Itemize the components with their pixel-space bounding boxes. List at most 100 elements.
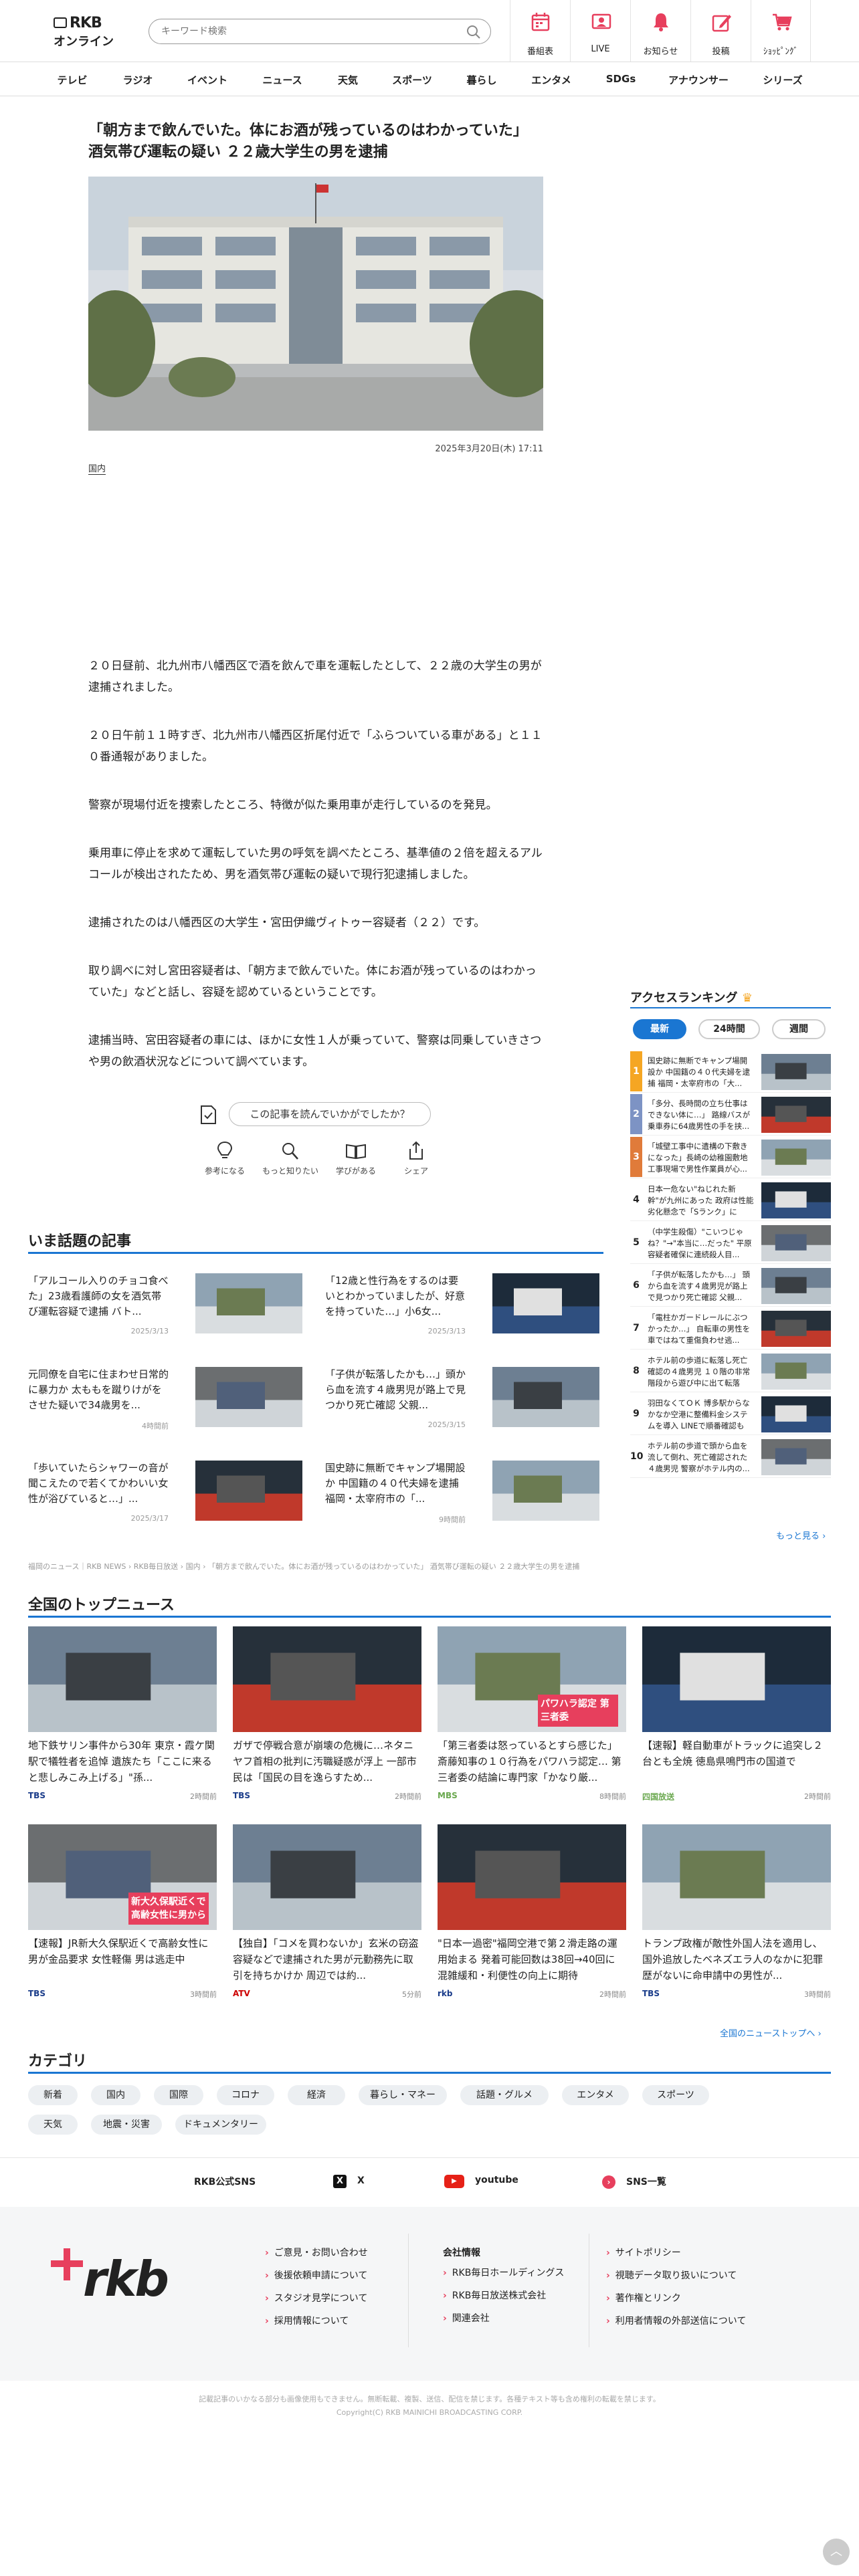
document-icon: [201, 1105, 216, 1124]
news-card[interactable]: ガザで停戦合意が崩壊の危機に…ネタニヤフ首相の批判に汚職疑惑が浮上 一部市民は「…: [233, 1626, 421, 1802]
footer-link[interactable]: › ご意見・お問い合わせ: [265, 2246, 368, 2259]
nav-item-event[interactable]: イベント: [167, 73, 248, 87]
sns-list-link[interactable]: › SNS一覧: [602, 2175, 666, 2189]
footer-link[interactable]: › 採用情報について: [265, 2314, 368, 2327]
trending-article[interactable]: 元同僚を自宅に住まわせ日常的に暴力か 太ももを蹴りけがをさせた疑いで34歳男を.…: [28, 1367, 309, 1440]
ranking-item[interactable]: 2 「多分、長時間の立ち仕事はできない体に…」 路線バスが乗車券に64歳男性の手を…: [630, 1094, 831, 1136]
category-chip[interactable]: 天気: [28, 2115, 78, 2135]
reaction-more-button[interactable]: もっと知りたい: [260, 1141, 321, 1176]
rkb-footer-logo[interactable]: rkb: [47, 2240, 174, 2307]
ranking-item[interactable]: 5 （中学生殺傷）"こいつじゃね？"→"本当に…だった" 平原容疑者確保に連続殺人…: [630, 1222, 831, 1264]
footer-link[interactable]: › 著作権とリンク: [606, 2291, 746, 2304]
ranking-more-link[interactable]: もっと見る ›: [776, 1529, 826, 1541]
footer-link-label: サイトポリシー: [615, 2248, 681, 2258]
category-title: カテゴリ: [28, 2053, 88, 2070]
search-box[interactable]: [149, 19, 491, 44]
category-chip[interactable]: ドキュメンタリー: [175, 2115, 266, 2135]
footer-link[interactable]: › スタジオ見学について: [265, 2291, 368, 2304]
nav-item-entame[interactable]: エンタメ: [511, 73, 591, 87]
category-chip[interactable]: エンタメ: [562, 2085, 629, 2105]
shopping-button[interactable]: ｼｮｯﾋﾟﾝｸﾞ: [751, 0, 811, 62]
breadcrumb[interactable]: 福岡のニュース｜RKB NEWS › RKB毎日放送 › 国内 › 「朝方まで飲…: [28, 1561, 831, 1572]
rkb-online-logo[interactable]: RKB オンライン: [54, 15, 114, 49]
category-chip[interactable]: 国内: [91, 2085, 140, 2105]
article-category-tag[interactable]: 国内: [88, 461, 106, 475]
nav-item-sdgs[interactable]: SDGs: [581, 73, 661, 85]
magnifier-icon: [282, 1143, 298, 1160]
ranking-item[interactable]: 7 「電柱かガードレールにぶつかったか…」 自転車の男性を車ではねて重傷負わせ逃.…: [630, 1308, 831, 1350]
search-input[interactable]: [161, 24, 456, 39]
ranking-item[interactable]: 3 「城壁工事中に遺構の下敷きになった」長崎の幼稚園敷地工事現場で男性作業員が心.…: [630, 1137, 831, 1178]
ranking-tab-24h[interactable]: 24時間: [698, 1019, 760, 1039]
ranking-tab-weekly[interactable]: 週間: [772, 1019, 826, 1039]
arrow-icon: ›: [265, 2270, 269, 2281]
news-card[interactable]: トランプ政権が敵性外国人法を適用し、国外追放したベネズエラ人のなかに犯罪歴がない…: [642, 1824, 831, 2000]
nav-item-sports[interactable]: スポーツ: [372, 73, 452, 87]
trending-article[interactable]: 「歩いていたらシャワーの音が聞こえたので若くてかわいい女性が浴びていると…」..…: [28, 1461, 309, 1534]
footer-link[interactable]: › RKB毎日放送株式会社: [443, 2288, 564, 2302]
nav-item-series[interactable]: シリーズ: [743, 73, 823, 87]
category-underline: [28, 2072, 831, 2074]
news-card[interactable]: 【速報】軽自動車がトラックに追突し２台とも全焼 徳島県鳴門市の国道で 四国放送 2時…: [642, 1626, 831, 1802]
nav-item-announcer[interactable]: アナウンサー: [658, 73, 739, 87]
live-button[interactable]: LIVE: [570, 0, 630, 62]
news-card[interactable]: 地下鉄サリン事件から30年 東京・霞ケ関駅で犠牲者を追悼 遺族たち「ここに来ると…: [28, 1626, 217, 1802]
reaction-helpful-button[interactable]: 参考になる: [194, 1141, 256, 1176]
news-card-source: MBS 8時間前: [438, 1791, 626, 1801]
footer-link[interactable]: › 利用者情報の外部送信について: [606, 2314, 746, 2327]
news-card-time: 2時間前: [395, 1792, 421, 1801]
news-card-caption: 地下鉄サリン事件から30年 東京・霞ケ関駅で犠牲者を追悼 遺族たち「ここに来ると…: [28, 1739, 215, 1784]
news-source-name: TBS: [233, 1791, 250, 1800]
category-chip[interactable]: コロナ: [217, 2085, 274, 2105]
ranking-item[interactable]: 1 国史跡に無断でキャンプ場開設か 中国籍の４０代夫婦を逮捕 福岡・太宰府市の「大…: [630, 1051, 831, 1093]
footer-link[interactable]: › 後援依頼申請について: [265, 2268, 368, 2282]
category-chip[interactable]: 地震・災害: [91, 2115, 162, 2135]
footer-link-label: 視聴データ取り扱いについて: [615, 2270, 737, 2281]
category-chip[interactable]: 国際: [154, 2085, 203, 2105]
trending-article[interactable]: 国史跡に無断でキャンプ場開設か 中国籍の４０代夫婦を逮捕 福岡・太宰府市の「..…: [325, 1461, 606, 1534]
footer-link[interactable]: › RKB毎日ホールディングス: [443, 2266, 564, 2279]
notifications-button[interactable]: お知らせ: [630, 0, 690, 62]
footer-link[interactable]: › 視聴データ取り扱いについて: [606, 2268, 746, 2282]
reaction-learn-button[interactable]: 学びがある: [325, 1141, 387, 1176]
footer-link[interactable]: › サイトポリシー: [606, 2246, 746, 2259]
news-card[interactable]: "日本一過密"福岡空港で第２滑走路の運用始まる 発着可能回数は38回→40回に …: [438, 1824, 626, 2000]
ranking-item[interactable]: 4 日本一危ない"ねじれた新幹"が九州にあった 政府は性能劣化懸念で「Sランク」に: [630, 1180, 831, 1221]
trending-article-date: 4時間前: [142, 1422, 169, 1430]
news-card[interactable]: パワハラ認定 第三者委 「第三者委は怒っているとすら感じた」斎藤知事の１０行為をパ…: [438, 1626, 626, 1802]
footer-link[interactable]: › 関連会社: [443, 2311, 564, 2325]
top-news-more-link[interactable]: 全国のニューストップへ ›: [720, 2026, 822, 2039]
category-chip[interactable]: 新着: [28, 2085, 78, 2105]
x-icon: X: [333, 2175, 347, 2188]
sns-x-link[interactable]: XX: [333, 2175, 365, 2188]
footer-link-label: 採用情報について: [274, 2316, 349, 2327]
nav-item-radio[interactable]: ラジオ: [98, 73, 178, 87]
copyright: 記載記事のいかなる部分も画像使用もできません。無断転載、複製、送信、配信を禁じま…: [199, 2395, 660, 2417]
category-chip[interactable]: 経済: [288, 2085, 345, 2105]
ranking-item[interactable]: 6 「子供が転落したかも…」 頭から血を流す４歳男児が路上で見つかり死亡確認 父親…: [630, 1265, 831, 1307]
search-icon[interactable]: [466, 25, 481, 39]
book-icon: [346, 1144, 366, 1160]
ranking-tab-latest[interactable]: 最新: [633, 1019, 686, 1039]
bell-icon: [654, 13, 668, 31]
ranking-item-text: 日本一危ない"ねじれた新幹"が九州にあった 政府は性能劣化懸念で「Sランク」に: [648, 1184, 754, 1216]
trending-article[interactable]: 「子供が転落したかも…」頭から血を流す４歳男児が路上で見つかり死亡確認 父親..…: [325, 1367, 606, 1440]
tv-schedule-button[interactable]: 番組表: [510, 0, 570, 62]
sns-youtube-link[interactable]: ▶ youtube: [444, 2175, 518, 2188]
trending-article[interactable]: 「12歳と性行為をするのは要いとわかっていましたが、好意を持っていた…」小6女.…: [325, 1273, 606, 1347]
category-chip[interactable]: スポーツ: [642, 2085, 709, 2105]
ranking-item[interactable]: 8 ホテル前の歩道に転落し死亡確認の４歳男児 １０階の非常階段から遊び中に出て転落…: [630, 1351, 831, 1392]
news-card[interactable]: 新大久保駅近くで 高齢女性に男から 【速報】JR新大久保駅近くで高齢女性に男が金品…: [28, 1824, 217, 2000]
category-chip[interactable]: 話題・グルメ: [460, 2085, 549, 2105]
back-to-top-button[interactable]: ︿: [823, 2539, 850, 2565]
trending-article[interactable]: 「アルコール入りのチョコ食べた」23歳看護師の女を酒気帯び運転容疑で逮捕 バト.…: [28, 1273, 309, 1347]
news-card[interactable]: 【独自】「コメを買わないか」玄米の窃盗容疑などで逮捕された男が元勤務先に取引を持…: [233, 1824, 421, 2000]
news-card-image: [438, 1824, 626, 1930]
nav-item-living[interactable]: 暮らし: [442, 73, 522, 87]
post-button[interactable]: 投稿: [690, 0, 751, 62]
category-chip[interactable]: 暮らし・マネー: [359, 2085, 447, 2105]
news-card-time: 2時間前: [804, 1792, 831, 1801]
share-button[interactable]: シェア: [385, 1141, 447, 1176]
ranking-item[interactable]: 10 ホテル前の歩道で頭から血を流して倒れ、死亡確認された４歳男児 警察がホテル内…: [630, 1436, 831, 1478]
ranking-item[interactable]: 9 羽田なくてＯＫ 博多駅からなかなか空港に整備料金システムを導入 LINEで順番…: [630, 1394, 831, 1435]
